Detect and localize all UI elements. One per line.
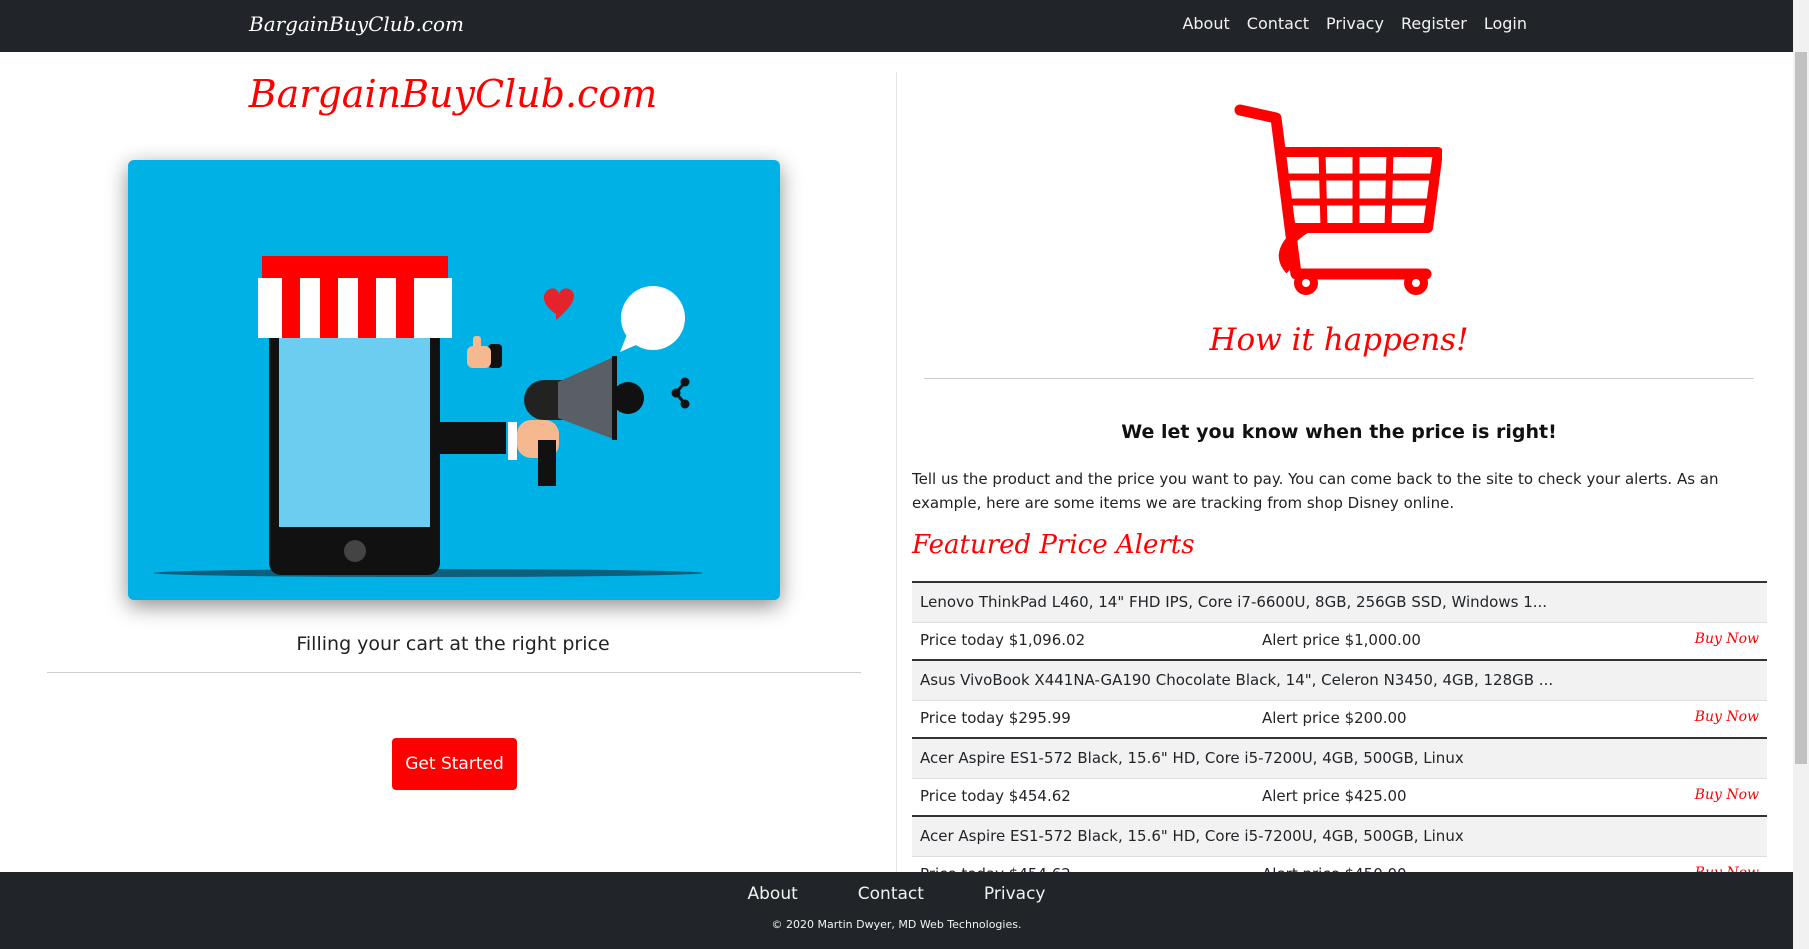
how-heading: How it happens!: [1209, 322, 1469, 358]
nav-link-contact[interactable]: Contact: [1247, 14, 1309, 33]
alert-price-row: Price today $295.99 Alert price $200.00 …: [912, 701, 1767, 737]
top-navbar: BargainBuyClub.com About Contact Privacy…: [0, 0, 1793, 52]
left-divider: [47, 672, 861, 673]
buy-now-link[interactable]: Buy Now: [1695, 787, 1759, 803]
scrollbar-thumb[interactable]: [1795, 52, 1807, 764]
intro-text: Tell us the product and the price you wa…: [912, 470, 1719, 512]
alert-price-row: Price today $454.62 Alert price $425.00 …: [912, 779, 1767, 815]
shopping-cart-icon: [1232, 100, 1443, 304]
copyright-text: © 2020 Martin Dwyer, MD Web Technologies…: [771, 918, 1022, 931]
price-today: Price today $295.99: [920, 709, 1071, 727]
alert-product-name: Acer Aspire ES1-572 Black, 15.6" HD, Cor…: [912, 739, 1767, 779]
featured-heading: Featured Price Alerts: [912, 530, 1195, 560]
alert-price: Alert price $200.00: [1262, 709, 1407, 727]
footer-link-privacy[interactable]: Privacy: [984, 884, 1046, 904]
site-title: BargainBuyClub.com: [248, 72, 658, 116]
page-footer: About Contact Privacy © 2020 Martin Dwye…: [0, 872, 1793, 949]
hero-caption: Filling your cart at the right price: [296, 633, 610, 655]
column-divider: [896, 72, 897, 872]
price-alert-list: Lenovo ThinkPad L460, 14" FHD IPS, Core …: [912, 581, 1767, 893]
footer-links: About Contact Privacy: [0, 884, 1793, 904]
nav-link-privacy[interactable]: Privacy: [1326, 14, 1384, 33]
price-today: Price today $454.62: [920, 787, 1071, 805]
buy-now-link[interactable]: Buy Now: [1695, 709, 1759, 725]
page-scrollbar[interactable]: [1793, 0, 1809, 949]
right-divider: [924, 378, 1754, 379]
footer-link-about[interactable]: About: [748, 884, 798, 904]
tagline: We let you know when the price is right!: [1121, 421, 1557, 443]
price-alert-item: Acer Aspire ES1-572 Black, 15.6" HD, Cor…: [912, 737, 1767, 815]
get-started-button[interactable]: Get Started: [392, 738, 517, 790]
alert-product-name: Lenovo ThinkPad L460, 14" FHD IPS, Core …: [912, 583, 1767, 623]
buy-now-link[interactable]: Buy Now: [1695, 631, 1759, 647]
hero-illustration: [128, 160, 780, 600]
nav-link-login[interactable]: Login: [1484, 14, 1527, 33]
price-alert-item: Lenovo ThinkPad L460, 14" FHD IPS, Core …: [912, 581, 1767, 659]
nav-link-about[interactable]: About: [1182, 14, 1229, 33]
footer-link-contact[interactable]: Contact: [858, 884, 924, 904]
alert-price: Alert price $1,000.00: [1262, 631, 1421, 649]
alert-price-row: Price today $1,096.02 Alert price $1,000…: [912, 623, 1767, 659]
navbar-brand[interactable]: BargainBuyClub.com: [249, 12, 464, 36]
price-today: Price today $1,096.02: [920, 631, 1086, 649]
alert-product-name: Asus VivoBook X441NA-GA190 Chocolate Bla…: [912, 661, 1767, 701]
price-alert-item: Asus VivoBook X441NA-GA190 Chocolate Bla…: [912, 659, 1767, 737]
alert-price: Alert price $425.00: [1262, 787, 1407, 805]
nav-link-register[interactable]: Register: [1401, 14, 1467, 33]
alert-product-name: Acer Aspire ES1-572 Black, 15.6" HD, Cor…: [912, 817, 1767, 857]
navbar-links: About Contact Privacy Register Login: [1182, 14, 1527, 33]
